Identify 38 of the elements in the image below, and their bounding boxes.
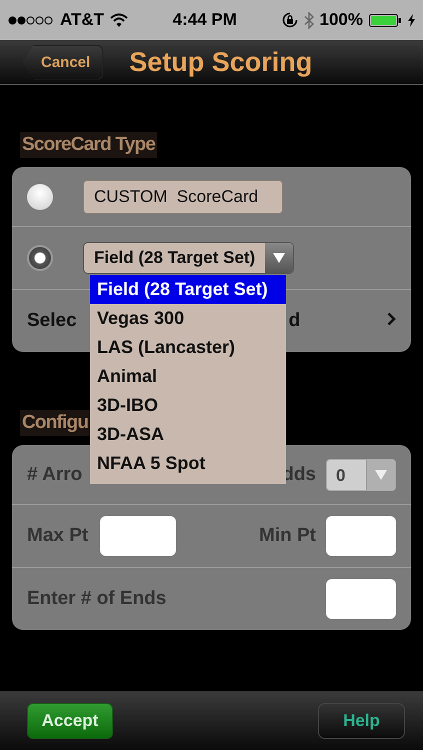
- screen-title: Setup Scoring: [129, 46, 312, 78]
- input-field[interactable]: [100, 516, 176, 556]
- dropdown-option[interactable]: Field (28 Target Set): [90, 275, 286, 304]
- caret-icon: [375, 470, 387, 480]
- section-header: ScoreCard Type: [20, 132, 158, 158]
- radio-button[interactable]: [27, 245, 53, 271]
- radio-button[interactable]: [27, 184, 53, 210]
- caret-icon: [273, 253, 286, 263]
- dropdown-option[interactable]: NFAA 5 Spot: [90, 449, 286, 478]
- field-label: Min Pt: [259, 525, 316, 547]
- input-field[interactable]: [326, 579, 396, 619]
- battery-icon: [369, 14, 402, 26]
- field-label: Enter # of Ends: [27, 588, 166, 610]
- section-header: Configu: [20, 410, 90, 436]
- row-label: # Arro: [27, 464, 82, 486]
- field-label: Max Pt: [27, 525, 88, 547]
- wifi-icon: [110, 13, 128, 27]
- battery-percent: 100%: [320, 10, 363, 30]
- accept-button[interactable]: Accept: [27, 703, 113, 739]
- dropdown-option[interactable]: Vegas 300: [90, 304, 286, 333]
- dropdown-option[interactable]: Animal: [90, 362, 286, 391]
- row-label: Selec: [27, 310, 77, 332]
- dropdown-option[interactable]: LAS (Lancaster): [90, 333, 286, 362]
- signal-strength-icon: [8, 16, 54, 24]
- row-label: d: [288, 310, 300, 332]
- text-field[interactable]: CUSTOM ScoreCard: [83, 180, 283, 214]
- clock-time: 4:44 PM: [172, 10, 238, 30]
- input-field[interactable]: [326, 516, 396, 556]
- help-button[interactable]: Help: [318, 703, 405, 739]
- chevron-icon[interactable]: [387, 312, 396, 326]
- select-field[interactable]: Field (28 Target Set): [83, 242, 294, 274]
- carrier-name: AT&T: [60, 10, 104, 30]
- dropdown-option[interactable]: 3D-IBO: [90, 391, 286, 420]
- cancel-button[interactable]: Cancel: [22, 44, 104, 80]
- bluetooth-icon: [304, 12, 314, 28]
- dropdown-option[interactable]: 3D-ASA: [90, 420, 286, 449]
- charging-bolt-icon: [408, 14, 415, 26]
- rotation-lock-icon: [282, 12, 298, 28]
